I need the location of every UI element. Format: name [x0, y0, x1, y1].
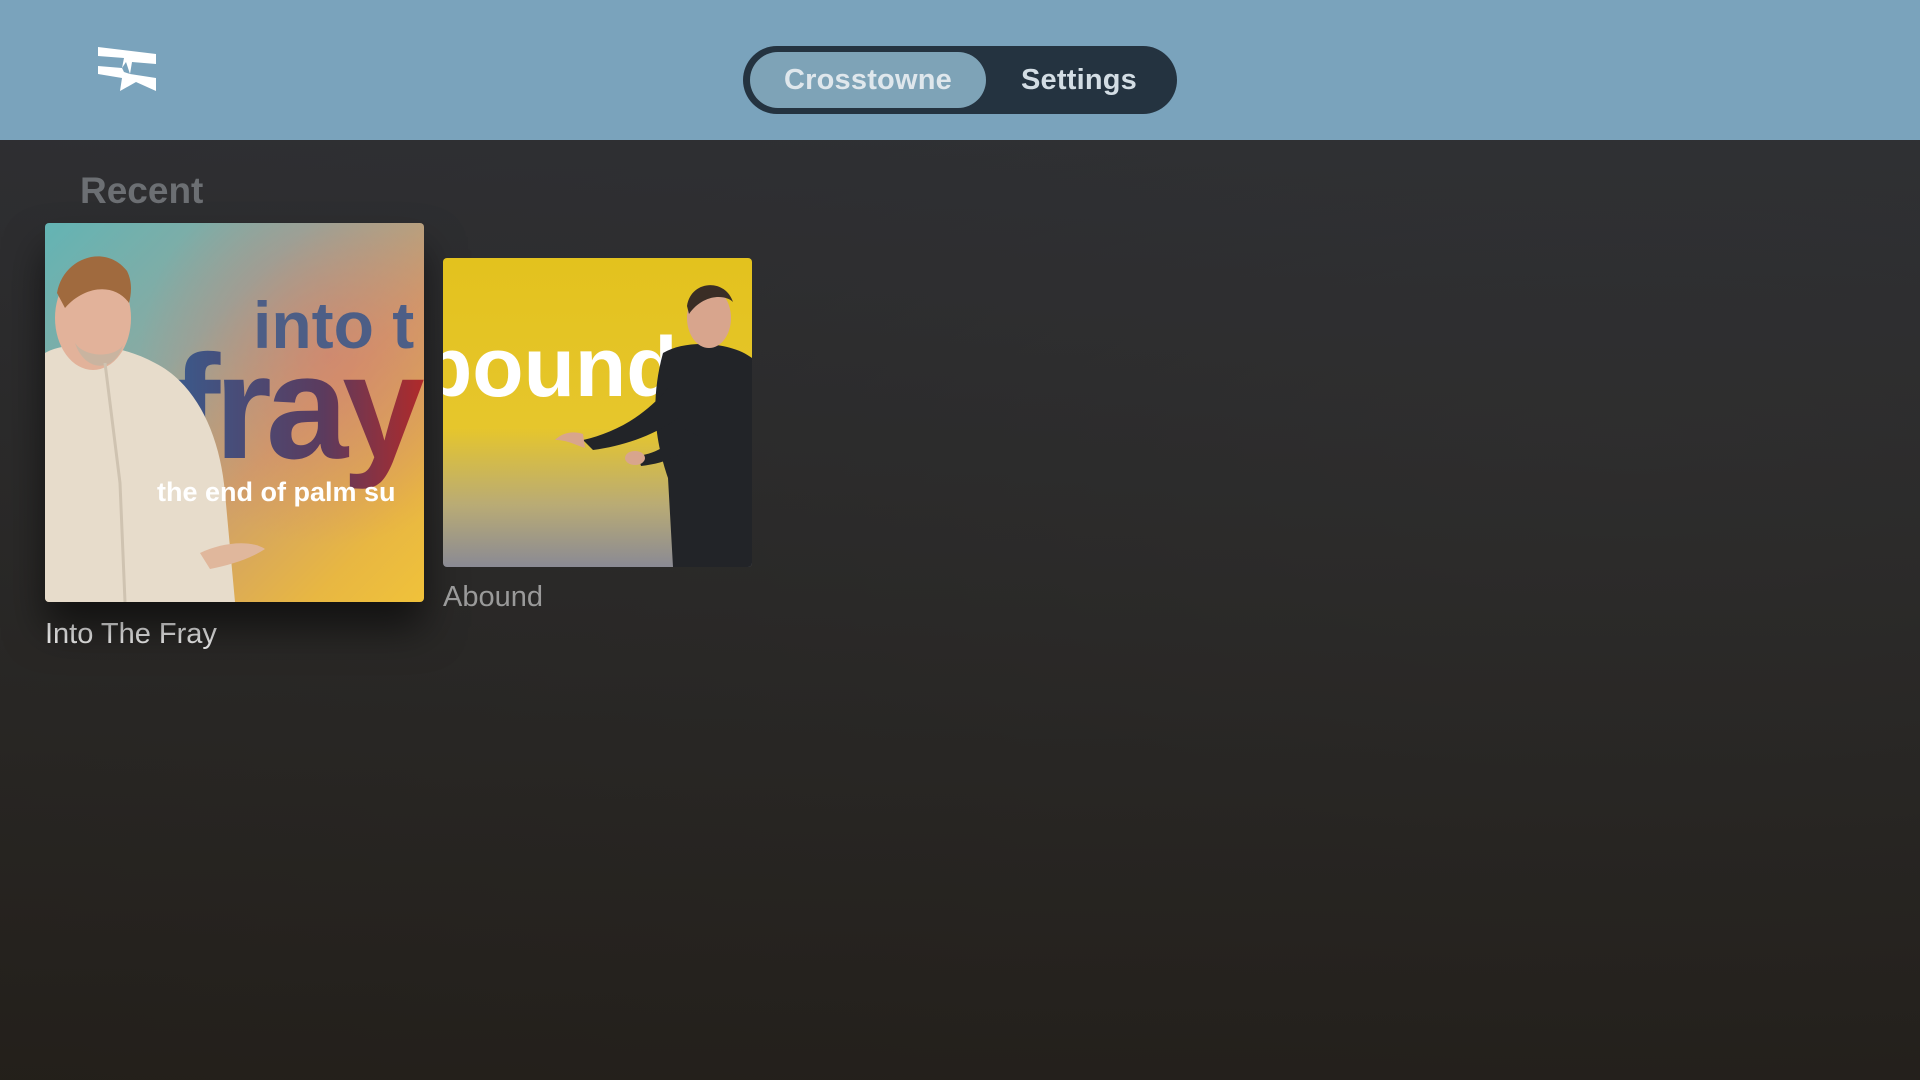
- artwork-text-abound: bound: [443, 320, 678, 414]
- media-card-abound[interactable]: bound Abound: [443, 258, 752, 614]
- tab-crosstowne[interactable]: Crosstowne: [750, 52, 986, 108]
- card-title: Into The Fray: [45, 618, 217, 650]
- tab-settings[interactable]: Settings: [986, 52, 1172, 108]
- card-title: Abound: [443, 581, 543, 613]
- artwork-text-subtitle: the end of palm su: [157, 477, 396, 507]
- tab-bar: Crosstowne Settings: [743, 46, 1177, 114]
- crosstowne-logo-icon: [98, 47, 156, 91]
- section-title-recent: Recent: [80, 170, 204, 211]
- media-card-into-the-fray[interactable]: into t fray the end of palm su Into The …: [45, 223, 424, 651]
- artwork-abound: bound: [443, 258, 752, 567]
- top-bar: Crosstowne Settings: [0, 0, 1920, 140]
- artwork-into-the-fray: into t fray the end of palm su: [45, 223, 424, 602]
